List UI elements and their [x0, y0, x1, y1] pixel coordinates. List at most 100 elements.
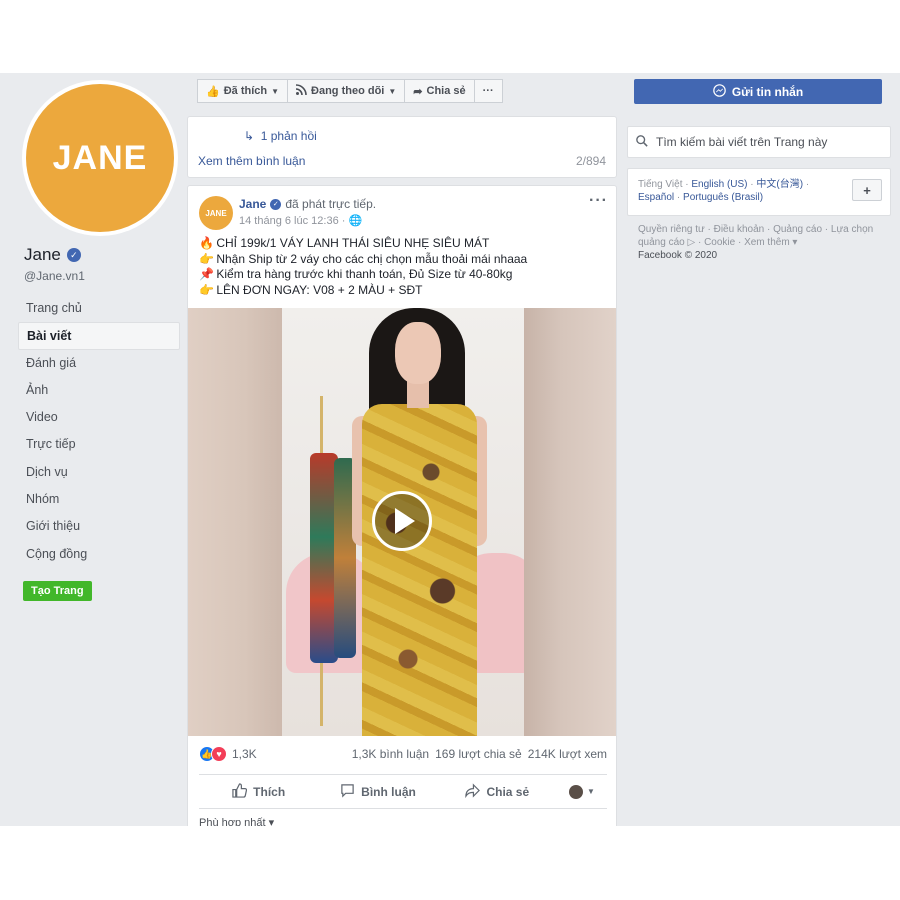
nav-item-community[interactable]: Cộng đồng — [18, 541, 180, 568]
model-neck — [407, 380, 429, 408]
video-blur-left — [188, 308, 282, 736]
search-input[interactable] — [656, 135, 876, 149]
nav-item-posts[interactable]: Bài viết — [18, 322, 180, 350]
language-selector: Tiếng Việt · English (US) · 中文(台灣) · Esp… — [627, 168, 891, 216]
post-author-avatar[interactable]: JANE — [199, 196, 233, 230]
send-message-button[interactable]: Gửi tin nhắn — [634, 79, 882, 104]
facebook-page-screenshot: JANE Jane ✓ @Jane.vn1 Trang chủ Bài viết… — [0, 73, 900, 826]
share-arrow-icon — [465, 782, 481, 801]
post-line: 🔥 CHỈ 199k/1 VÁY LANH THÁI SIÊU NHẸ SIÊU… — [199, 236, 609, 252]
post-stats: 👍 ♥ 1,3K 1,3K bình luận 169 lượt chia sẻ… — [199, 744, 607, 764]
post-body: 🔥 CHỈ 199k/1 VÁY LANH THÁI SIÊU NHẸ SIÊU… — [199, 236, 609, 298]
language-link[interactable]: 中文(台灣) — [756, 179, 803, 190]
engagement-counts: 1,3K bình luận 169 lượt chia sẻ 214K lượ… — [352, 747, 607, 761]
share-label: Chia sẻ — [426, 85, 466, 97]
share-count[interactable]: 169 lượt chia sẻ — [435, 747, 522, 761]
like-button[interactable]: Thích — [199, 782, 318, 801]
language-link[interactable]: English (US) — [691, 179, 747, 190]
reactions[interactable]: 👍 ♥ — [199, 746, 227, 762]
send-message-label: Gửi tin nhắn — [731, 84, 804, 99]
caret-down-icon: ▼ — [271, 86, 280, 96]
search-icon — [636, 134, 648, 150]
following-label: Đang theo dõi — [311, 85, 385, 97]
model-dress — [362, 404, 477, 736]
comment-button[interactable]: Bình luận — [318, 783, 437, 801]
view-more-comments-link[interactable]: Xem thêm bình luận — [198, 154, 305, 168]
post-menu-button[interactable]: ··· — [589, 192, 608, 210]
video-blur-right — [524, 308, 616, 736]
rss-icon — [295, 84, 307, 98]
nav-item-services[interactable]: Dịch vụ — [18, 459, 180, 486]
footer-link-list[interactable]: Quyền riêng tư · Điều khoản · Quảng cáo … — [638, 223, 878, 249]
page-handle[interactable]: @Jane.vn1 — [24, 269, 85, 283]
comment-sort-dropdown[interactable]: Phù hợp nhất ▾ — [199, 816, 274, 826]
pushpin-icon: 📌 — [199, 267, 214, 281]
nav-item-groups[interactable]: Nhóm — [18, 486, 180, 513]
pointing-hand-icon: 👉 — [199, 282, 214, 297]
copyright: Facebook © 2020 — [638, 250, 718, 261]
live-post: JANE Jane ✓ đã phát trực tiếp. 14 tháng … — [187, 185, 617, 826]
model-face — [395, 322, 441, 384]
post-as-selector[interactable]: ▼ — [557, 784, 607, 799]
nav-item-videos[interactable]: Video — [18, 404, 180, 431]
caret-down-icon: ▼ — [388, 86, 397, 96]
page-name[interactable]: Jane ✓ — [24, 245, 81, 265]
live-video-player[interactable] — [188, 308, 616, 736]
nav-item-home[interactable]: Trang chủ — [18, 295, 180, 322]
liked-label: Đã thích — [223, 85, 268, 97]
thumbs-up-icon — [232, 782, 248, 801]
current-language: Tiếng Việt — [638, 179, 683, 190]
globe-icon: 🌐 — [348, 215, 363, 227]
reply-count: 1 phản hồi — [260, 129, 317, 143]
share-action-label: Chia sẻ — [486, 784, 530, 799]
create-page-button[interactable]: Tạo Trang — [23, 581, 92, 601]
following-button[interactable]: Đang theo dõi ▼ — [288, 79, 406, 103]
view-count: 214K lượt xem — [527, 747, 607, 761]
like-label: Thích — [253, 784, 286, 799]
nav-item-live[interactable]: Trực tiếp — [18, 431, 180, 458]
avatar-logo-text: JANE — [26, 84, 174, 232]
post-author-name[interactable]: Jane — [239, 197, 266, 211]
footer-links: Quyền riêng tư · Điều khoản · Quảng cáo … — [638, 223, 878, 262]
page-action-toolbar: 👍 Đã thích ▼ Đang theo dõi ▼ ➦ Chia sẻ ·… — [197, 79, 503, 103]
post-line-text: CHỈ 199k/1 VÁY LANH THÁI SIÊU NHẸ SIÊU M… — [216, 236, 490, 250]
nav-item-about[interactable]: Giới thiệu — [18, 513, 180, 540]
caret-down-icon: ▼ — [587, 787, 595, 796]
reply-arrow-icon: ↳ — [244, 129, 255, 143]
check-badge-icon: ✓ — [66, 248, 81, 262]
nav-item-photos[interactable]: Ảnh — [18, 377, 180, 404]
post-line-text: Kiểm tra hàng trước khi thanh toán, Đủ S… — [216, 267, 513, 281]
post-line-text: Nhận Ship từ 2 váy cho các chị chọn mẫu … — [216, 251, 528, 266]
share-arrow-icon: ➦ — [413, 85, 423, 98]
language-link[interactable]: Português (Brasil) — [683, 192, 763, 203]
speech-bubble-icon — [340, 783, 355, 801]
nav-item-reviews[interactable]: Đánh giá — [18, 350, 180, 377]
view-replies-link[interactable]: ↳ 1 phản hồi — [244, 129, 317, 143]
post-line-text: LÊN ĐƠN NGAY: V08 + 2 MÀU + SĐT — [216, 282, 423, 297]
page-nav: Trang chủ Bài viết Đánh giá Ảnh Video Tr… — [18, 295, 180, 568]
post-action-bar: Thích Bình luận Chia sẻ ▼ — [199, 774, 607, 809]
messenger-icon — [713, 83, 726, 100]
liked-button[interactable]: 👍 Đã thích ▼ — [197, 79, 289, 103]
reaction-count[interactable]: 1,3K — [232, 747, 257, 761]
comment-count[interactable]: 1,3K bình luận — [352, 747, 429, 761]
post-timestamp[interactable]: 14 tháng 6 lúc 12:36 · 🌐 — [239, 214, 362, 227]
share-button[interactable]: Chia sẻ — [438, 782, 557, 801]
thumbs-up-icon: 👍 — [206, 85, 220, 98]
plus-icon[interactable]: + — [852, 179, 882, 201]
pointing-hand-icon: 👉 — [199, 251, 214, 266]
language-link[interactable]: Español — [638, 192, 674, 203]
post-timestamp-text: 14 tháng 6 lúc 12:36 · — [239, 215, 346, 227]
more-options-button[interactable]: ··· — [474, 79, 503, 103]
page-profile-picture[interactable]: JANE — [22, 80, 178, 236]
avatar — [569, 784, 584, 799]
post-line: 📌 Kiểm tra hàng trước khi thanh toán, Đủ… — [199, 267, 609, 283]
comment-pagination: 2/894 — [575, 154, 606, 168]
share-page-button[interactable]: ➦ Chia sẻ — [405, 79, 475, 103]
post-action-text: đã phát trực tiếp. — [285, 197, 377, 211]
play-icon[interactable] — [372, 491, 432, 551]
check-badge-icon: ✓ — [270, 198, 282, 210]
heart-icon: ♥ — [211, 746, 227, 762]
language-list: Tiếng Việt · English (US) · 中文(台灣) · Esp… — [638, 179, 810, 203]
post-line: 👉 LÊN ĐƠN NGAY: V08 + 2 MÀU + SĐT — [199, 283, 609, 299]
